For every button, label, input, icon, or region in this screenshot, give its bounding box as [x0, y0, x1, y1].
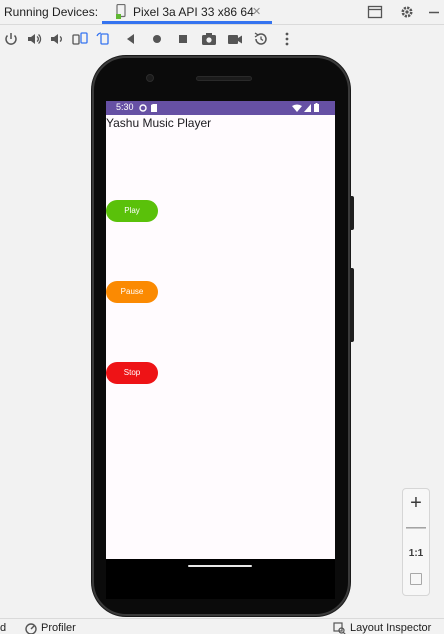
- layout-inspector-tab[interactable]: Layout Inspector: [350, 622, 431, 634]
- back-icon[interactable]: [122, 30, 140, 48]
- volume-up-icon[interactable]: [25, 30, 43, 48]
- more-icon[interactable]: [278, 30, 296, 48]
- device-tab-bar: Running Devices: Pixel 3a API 33 x86 64 …: [0, 0, 444, 25]
- tool-window-partial-label[interactable]: d: [0, 622, 6, 634]
- battery-icon: [314, 103, 319, 112]
- android-status-bar: 5:30: [106, 101, 335, 115]
- android-navigation-bar: [106, 559, 335, 599]
- fit-screen-icon[interactable]: [410, 573, 422, 585]
- home-icon[interactable]: [148, 30, 166, 48]
- earpiece-speaker: [196, 76, 252, 81]
- close-tab-icon[interactable]: ✕: [252, 5, 261, 18]
- pause-button[interactable]: Pause: [106, 281, 158, 303]
- sim-card-icon: [151, 104, 157, 112]
- screen-record-icon[interactable]: [226, 30, 244, 48]
- device-toolbar: [0, 26, 444, 52]
- tab-device-name: Pixel 3a API 33 x86 64: [133, 5, 254, 19]
- gear-icon[interactable]: [399, 4, 415, 20]
- device-screen[interactable]: 5:30 Yashu Music Player Play Pause Stop: [106, 101, 335, 559]
- rotate-right-icon[interactable]: [95, 30, 113, 48]
- status-time: 5:30: [116, 102, 134, 112]
- running-devices-window: Running Devices: Pixel 3a API 33 x86 64 …: [0, 0, 444, 634]
- wifi-icon: [292, 104, 302, 112]
- stop-button[interactable]: Stop: [106, 362, 158, 384]
- phone-device-icon: [116, 4, 126, 19]
- zoom-out-button[interactable]: —: [403, 516, 429, 538]
- front-camera: [146, 74, 154, 82]
- app-title: Yashu Music Player: [106, 116, 212, 130]
- layout-inspector-icon[interactable]: [333, 622, 346, 634]
- screenshot-icon[interactable]: [200, 30, 218, 48]
- bottom-tool-window-bar: d Profiler Layout Inspector: [0, 618, 444, 634]
- power-icon[interactable]: [2, 30, 20, 48]
- actual-size-button[interactable]: 1:1: [403, 547, 429, 561]
- settings-notification-icon: [139, 104, 147, 112]
- home-gesture-pill[interactable]: [188, 565, 252, 567]
- active-tab-indicator: [102, 21, 272, 24]
- rotate-left-icon[interactable]: [71, 30, 89, 48]
- volume-down-icon[interactable]: [48, 30, 66, 48]
- overview-icon[interactable]: [174, 30, 192, 48]
- power-side-button[interactable]: [350, 196, 354, 230]
- profiler-icon[interactable]: [25, 623, 37, 634]
- volume-side-button[interactable]: [350, 268, 354, 342]
- profiler-tab[interactable]: Profiler: [41, 622, 76, 634]
- zoom-controls: + — 1:1: [402, 488, 430, 596]
- window-layout-icon[interactable]: [367, 4, 383, 20]
- snapshot-icon[interactable]: [252, 30, 270, 48]
- tab-pixel-3a[interactable]: Pixel 3a API 33 x86 64 ✕: [102, 0, 272, 25]
- cell-signal-icon: [304, 104, 311, 112]
- running-devices-label: Running Devices:: [4, 5, 99, 19]
- zoom-in-button[interactable]: +: [403, 491, 429, 515]
- play-button[interactable]: Play: [106, 200, 158, 222]
- minimize-icon[interactable]: [426, 4, 442, 20]
